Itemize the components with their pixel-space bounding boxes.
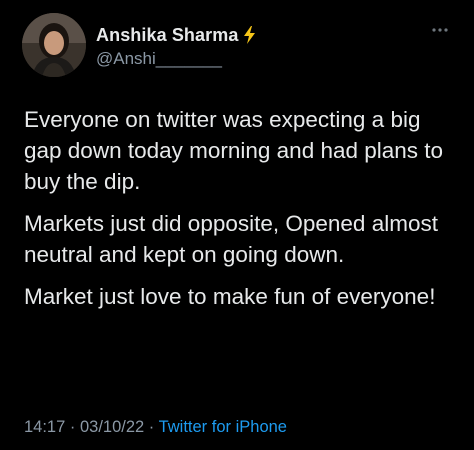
avatar[interactable] [22,13,86,77]
lightning-bolt-icon [244,26,256,44]
meta-separator: · [65,418,80,436]
tweet-time[interactable]: 14:17 [24,418,65,436]
tweet-paragraph: Everyone on twitter was expecting a big … [24,107,444,194]
author-handle[interactable]: @Anshi_______ [96,49,258,69]
meta-separator: · [144,418,159,436]
display-name[interactable]: Anshika Sharma [96,25,238,46]
more-options-icon[interactable] [430,26,450,34]
tweet-meta: 14:17 · 03/10/22 · Twitter for iPhone [24,418,287,437]
tweet-text: Everyone on twitter was expecting a big … [24,104,454,323]
tweet-source-link[interactable]: Twitter for iPhone [159,418,287,436]
avatar-image [22,13,86,77]
tweet-card: Anshika Sharma @Anshi_______ Everyone on… [0,0,474,450]
tweet-date[interactable]: 03/10/22 [80,418,144,436]
tweet-paragraph: Market just love to make fun of everyone… [24,284,436,309]
tweet-paragraph: Markets just did opposite, Opened almost… [24,211,438,267]
author-info: Anshika Sharma @Anshi_______ [96,24,258,69]
